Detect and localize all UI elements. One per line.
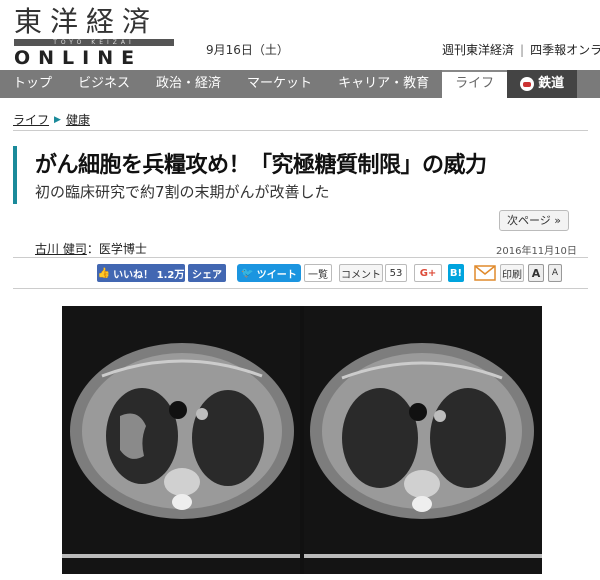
twitter-bird-icon: 🐦 — [241, 267, 254, 279]
breadcrumb-arrow-icon: ▶ — [54, 114, 61, 125]
nav-item-career-education[interactable]: キャリア・教育 — [325, 70, 442, 98]
breadcrumb: ライフ ▶ 健康 — [13, 111, 90, 128]
main-nav: トップ ビジネス 政治・経済 マーケット キャリア・教育 ライフ 鉄道 — [0, 70, 600, 98]
tweet-label: ツイート — [256, 269, 297, 281]
author-line: 古川 健司：医学博士 — [35, 240, 147, 257]
train-icon — [520, 77, 535, 91]
site-logo[interactable]: 東洋経済 TOYO KEIZAI ONLINE — [14, 6, 174, 70]
logo-kanji: 東洋経済 — [14, 5, 159, 38]
article-subtitle: 初の臨床研究で約7割の末期がんが改善した — [35, 183, 330, 201]
divider — [13, 288, 588, 289]
next-page-button[interactable]: 次ページ » — [499, 210, 569, 231]
pub-link-weekly[interactable]: 週刊東洋経済 — [442, 43, 514, 57]
tweet-button[interactable]: 🐦 ツイート — [237, 264, 301, 282]
breadcrumb-life[interactable]: ライフ — [13, 111, 49, 128]
nav-item-railway-label: 鉄道 — [538, 76, 565, 91]
breadcrumb-health[interactable]: 健康 — [66, 111, 90, 128]
comment-count: 53 — [385, 264, 407, 282]
ct-scan-image — [62, 306, 542, 574]
logo-romaji-bar: TOYO KEIZAI — [14, 39, 174, 46]
nav-item-business[interactable]: ビジネス — [65, 70, 143, 98]
facebook-like-label: いいね！ 1.2万 — [113, 269, 185, 281]
title-accent-bar — [13, 146, 17, 204]
publish-date: 2016年11月10日 — [496, 246, 577, 257]
divider — [13, 130, 588, 131]
font-small-button[interactable]: A — [548, 264, 562, 282]
print-button[interactable]: 印刷 — [500, 264, 524, 282]
article-title: がん細胞を兵糧攻め！「究極糖質制限」の威力 — [35, 153, 487, 178]
nav-item-life[interactable]: ライフ — [442, 70, 508, 98]
font-large-button[interactable]: A — [528, 264, 544, 282]
comment-button[interactable]: コメント — [339, 264, 383, 282]
publication-links: 週刊東洋経済 | 四季報オンラ — [442, 41, 600, 58]
mail-icon[interactable] — [474, 264, 496, 282]
author-name[interactable]: 古川 健司 — [35, 242, 87, 256]
nav-item-top[interactable]: トップ — [0, 70, 65, 98]
tweet-list-link[interactable]: 一覧 — [304, 264, 332, 282]
site-header: 東洋経済 TOYO KEIZAI ONLINE 9月16日（土） 週刊東洋経済 |… — [0, 0, 600, 70]
ct-scan-before — [62, 306, 300, 574]
facebook-like-button[interactable]: 👍 いいね！ 1.2万 — [97, 264, 185, 282]
author-title: ：医学博士 — [86, 242, 147, 256]
facebook-share-button[interactable]: シェア — [188, 264, 226, 282]
header-date: 9月16日（土） — [206, 43, 289, 57]
ct-scan-after — [304, 306, 542, 574]
nav-item-politics-economy[interactable]: 政治・経済 — [143, 70, 234, 98]
hatena-bookmark-button[interactable]: B! — [448, 264, 464, 282]
thumbs-up-icon: 👍 — [97, 267, 111, 279]
google-plus-button[interactable]: G+ — [414, 264, 442, 282]
nav-item-market[interactable]: マーケット — [234, 70, 325, 98]
logo-online: ONLINE — [14, 47, 143, 69]
pub-link-shikiho[interactable]: 四季報オンラ — [530, 43, 600, 57]
divider — [13, 257, 588, 258]
nav-item-railway[interactable]: 鉄道 — [507, 70, 578, 98]
pub-separator: | — [520, 43, 525, 57]
